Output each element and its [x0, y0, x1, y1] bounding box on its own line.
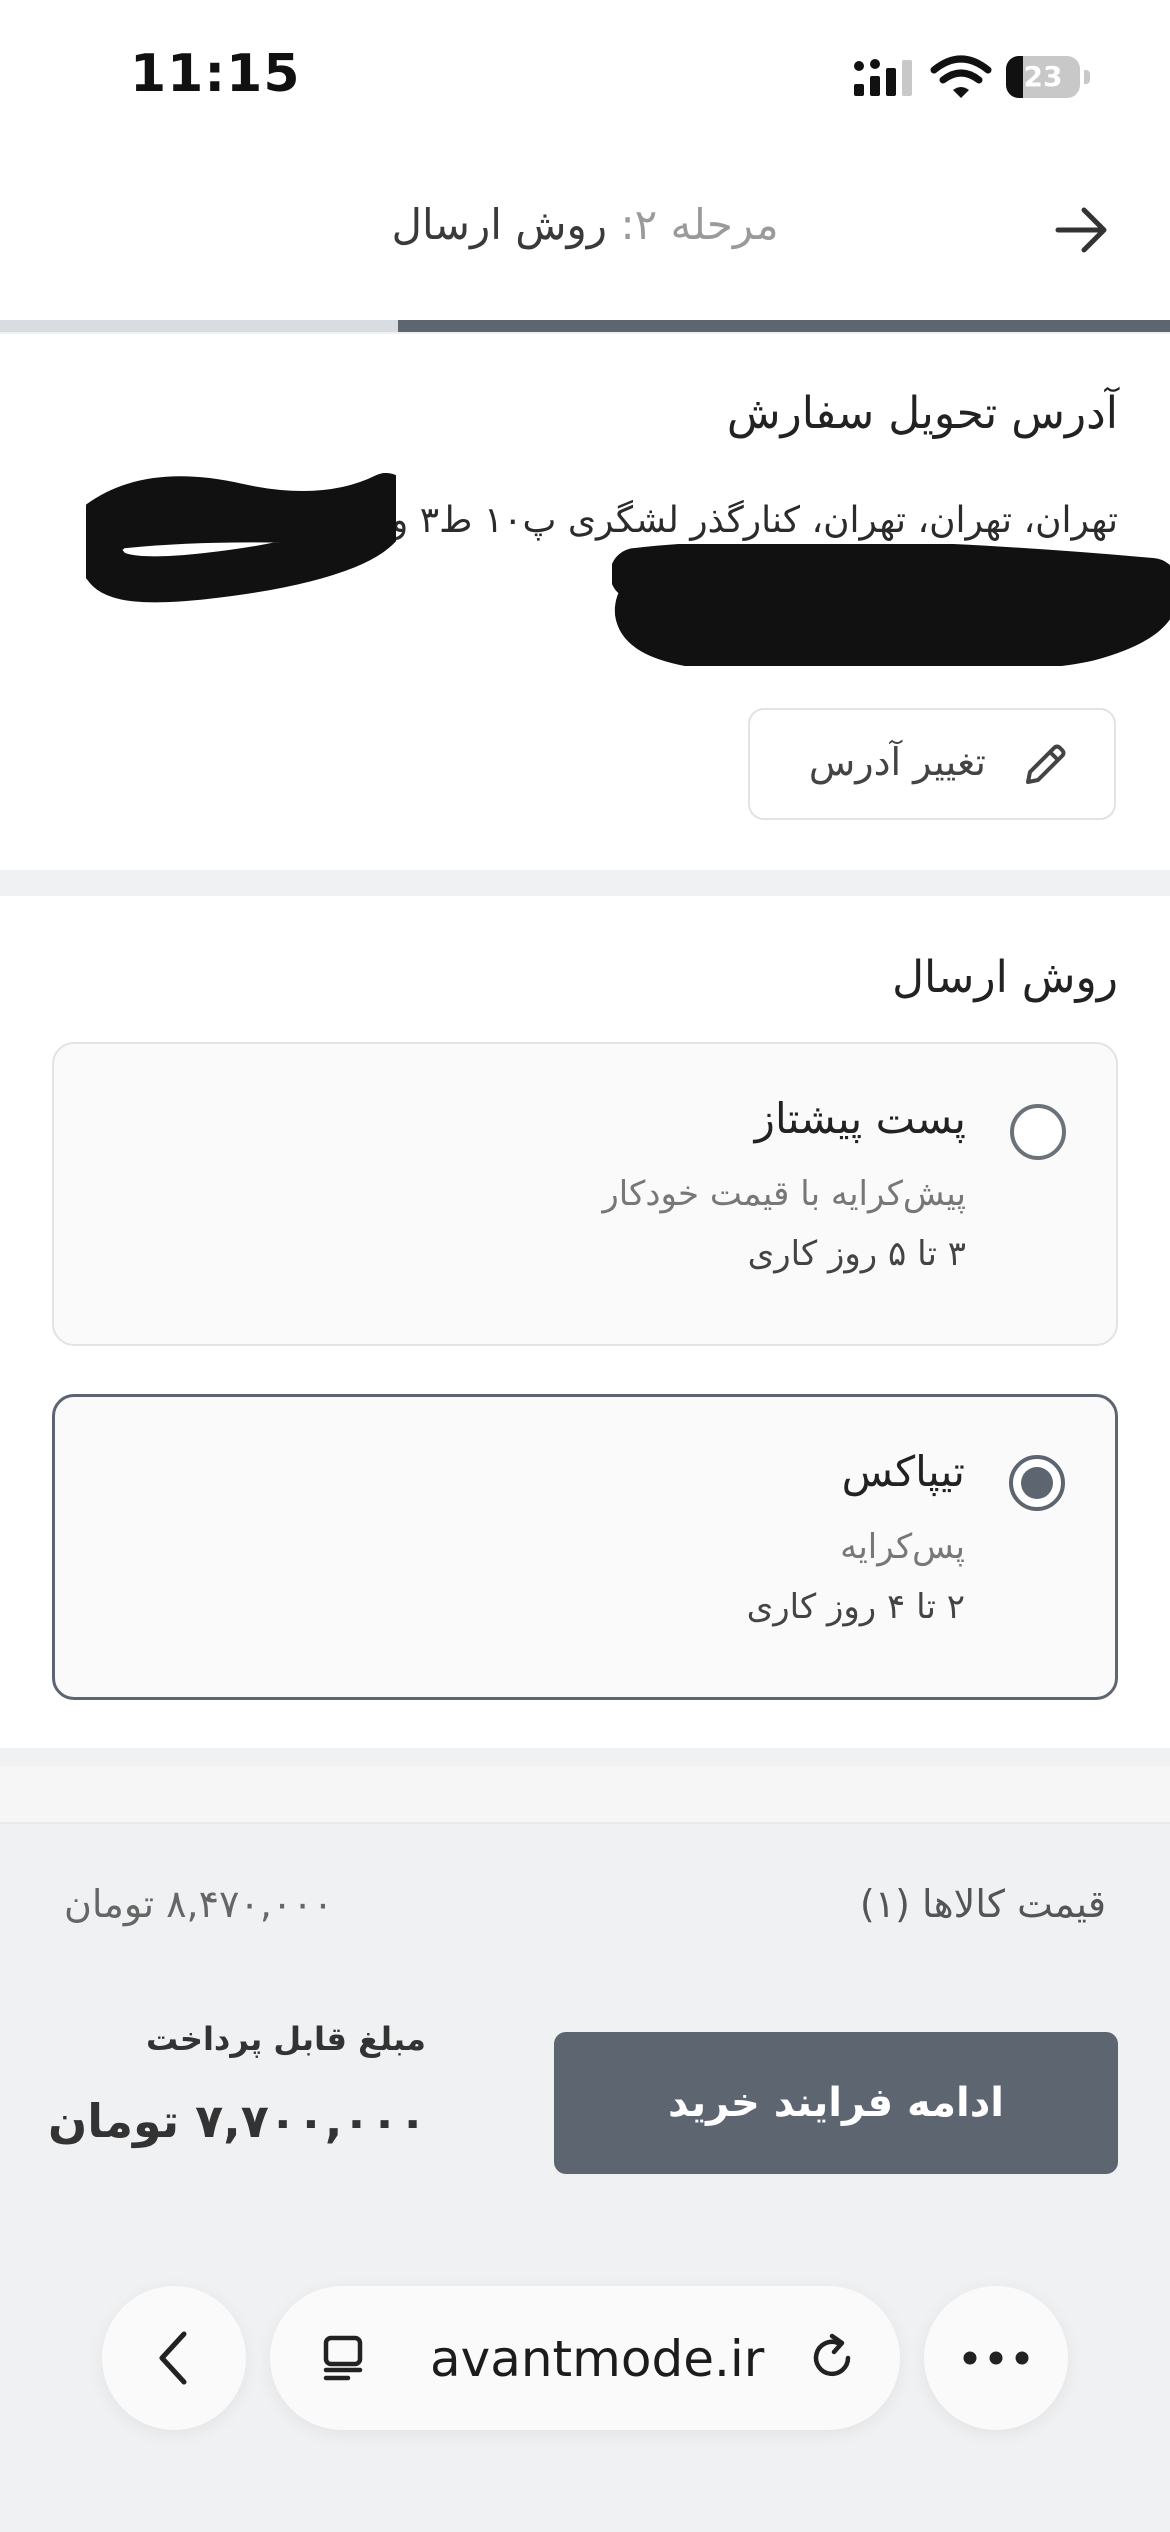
chevron-left-icon [159, 2331, 187, 2385]
more-icon [963, 2351, 1029, 2365]
option-delivery-time: ۳ تا ۵ روز کاری [747, 1234, 966, 1274]
payable-amount: ۷,۷۰۰,۰۰۰ تومان [48, 2094, 427, 2148]
browser-more-button[interactable] [924, 2286, 1068, 2430]
browser-back-button[interactable] [102, 2286, 246, 2430]
step-label: مرحله ۲: [620, 200, 779, 249]
wifi-icon [930, 55, 992, 98]
radio-dot [1021, 1467, 1053, 1499]
redaction-scribble [86, 473, 396, 603]
radio-selected-icon[interactable] [1009, 1455, 1065, 1511]
reload-icon[interactable] [804, 2330, 860, 2386]
shipping-option-tipax[interactable]: تیپاکس پس‌کرایه ۲ تا ۴ روز کاری [52, 1394, 1118, 1700]
option-description: پس‌کرایه [840, 1527, 965, 1567]
option-name: پست پیشتاز [754, 1094, 966, 1143]
items-price-label: قیمت کالاها (۱) [859, 1882, 1106, 1926]
address-title: آدرس تحویل سفارش [726, 388, 1118, 439]
option-name: تیپاکس [841, 1447, 965, 1496]
continue-checkout-label: ادامه فرایند خرید [668, 2080, 1004, 2126]
change-address-label: تغییر آدرس [808, 740, 986, 784]
items-price-value: ۸,۴۷۰,۰۰۰ تومان [64, 1882, 334, 1926]
progress-fill [398, 320, 1170, 332]
address-bar[interactable]: avantmode.ir [270, 2286, 900, 2430]
option-delivery-time: ۲ تا ۴ روز کاری [746, 1587, 965, 1627]
arrow-right-icon[interactable] [1052, 200, 1112, 260]
battery-body: 23 [1006, 56, 1080, 98]
option-description: پیش‌کرایه با قیمت خودکار [602, 1174, 966, 1214]
reader-mode-icon[interactable] [318, 2332, 370, 2384]
step-title: روش ارسال [391, 200, 608, 249]
change-address-button[interactable]: تغییر آدرس [748, 708, 1116, 820]
pencil-icon [1026, 744, 1066, 784]
battery-percent: 23 [1023, 60, 1063, 93]
cellular-signal-icon [854, 59, 912, 96]
shipping-title: روش ارسال [892, 952, 1118, 1003]
page-title: مرحله ۲: روش ارسال [0, 200, 1170, 249]
battery-icon: 23 [1006, 56, 1090, 98]
radio-unselected-icon[interactable] [1010, 1104, 1066, 1160]
payable-label: مبلغ قابل پرداخت [146, 2020, 426, 2058]
redaction-scribble [612, 544, 1170, 666]
url-text: avantmode.ir [430, 2330, 765, 2388]
divider-strip [0, 1766, 1170, 1824]
battery-cap [1084, 70, 1090, 84]
shipping-option-post[interactable]: پست پیشتاز پیش‌کرایه با قیمت خودکار ۳ تا… [52, 1042, 1118, 1346]
status-time: 11:15 [130, 44, 301, 104]
continue-checkout-button[interactable]: ادامه فرایند خرید [554, 2032, 1118, 2174]
